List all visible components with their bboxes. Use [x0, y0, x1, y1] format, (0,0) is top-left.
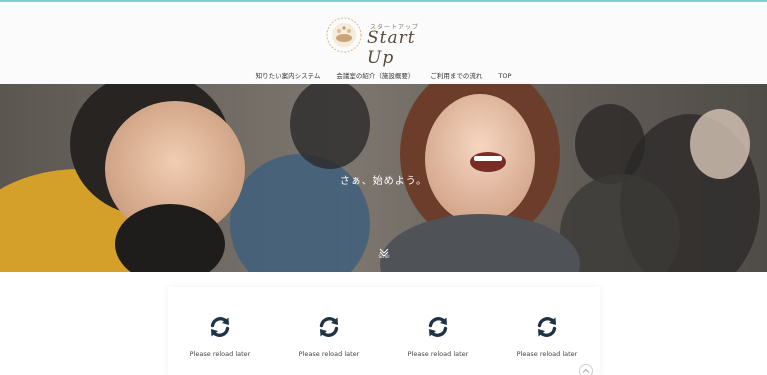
- hero-banner: さぁ、始めよう。 Scroll: [0, 84, 767, 272]
- logo-emblem-icon: [326, 17, 362, 53]
- site-header: スタートアップ Start Up 知りたい案内システム 会議室の紹介（施設概要）…: [0, 2, 767, 84]
- reload-icon: [428, 317, 448, 337]
- page-top-button[interactable]: [579, 364, 593, 375]
- reload-icon: [319, 317, 339, 337]
- main-nav: 知りたい案内システム 会議室の紹介（施設概要） ご利用までの流れ TOP: [0, 70, 767, 82]
- feature-card: Please reload later Please reload later …: [168, 287, 600, 375]
- chevron-up-icon: [582, 368, 590, 373]
- hero-headline: さぁ、始めよう。: [339, 176, 428, 187]
- tile-label: Please reload later: [516, 350, 578, 358]
- reload-icon: [210, 317, 230, 337]
- nav-item-top[interactable]: TOP: [498, 70, 511, 82]
- nav-item-usage-flow[interactable]: ご利用までの流れ: [430, 70, 482, 82]
- feature-tile[interactable]: Please reload later: [289, 315, 369, 365]
- reload-icon: [537, 317, 557, 337]
- feature-tile[interactable]: Please reload later: [398, 315, 478, 365]
- tile-label: Please reload later: [407, 350, 469, 358]
- logo-title: Start Up: [367, 28, 416, 68]
- feature-tile[interactable]: Please reload later: [180, 315, 260, 365]
- site-logo[interactable]: スタートアップ Start Up: [325, 14, 445, 68]
- feature-tile[interactable]: Please reload later: [507, 315, 587, 365]
- nav-item-guide-system[interactable]: 知りたい案内システム: [256, 70, 321, 82]
- tile-label: Please reload later: [189, 350, 251, 358]
- scroll-label: Scroll: [378, 254, 390, 259]
- nav-item-facilities[interactable]: 会議室の紹介（施設概要）: [336, 70, 414, 82]
- tile-label: Please reload later: [298, 350, 360, 358]
